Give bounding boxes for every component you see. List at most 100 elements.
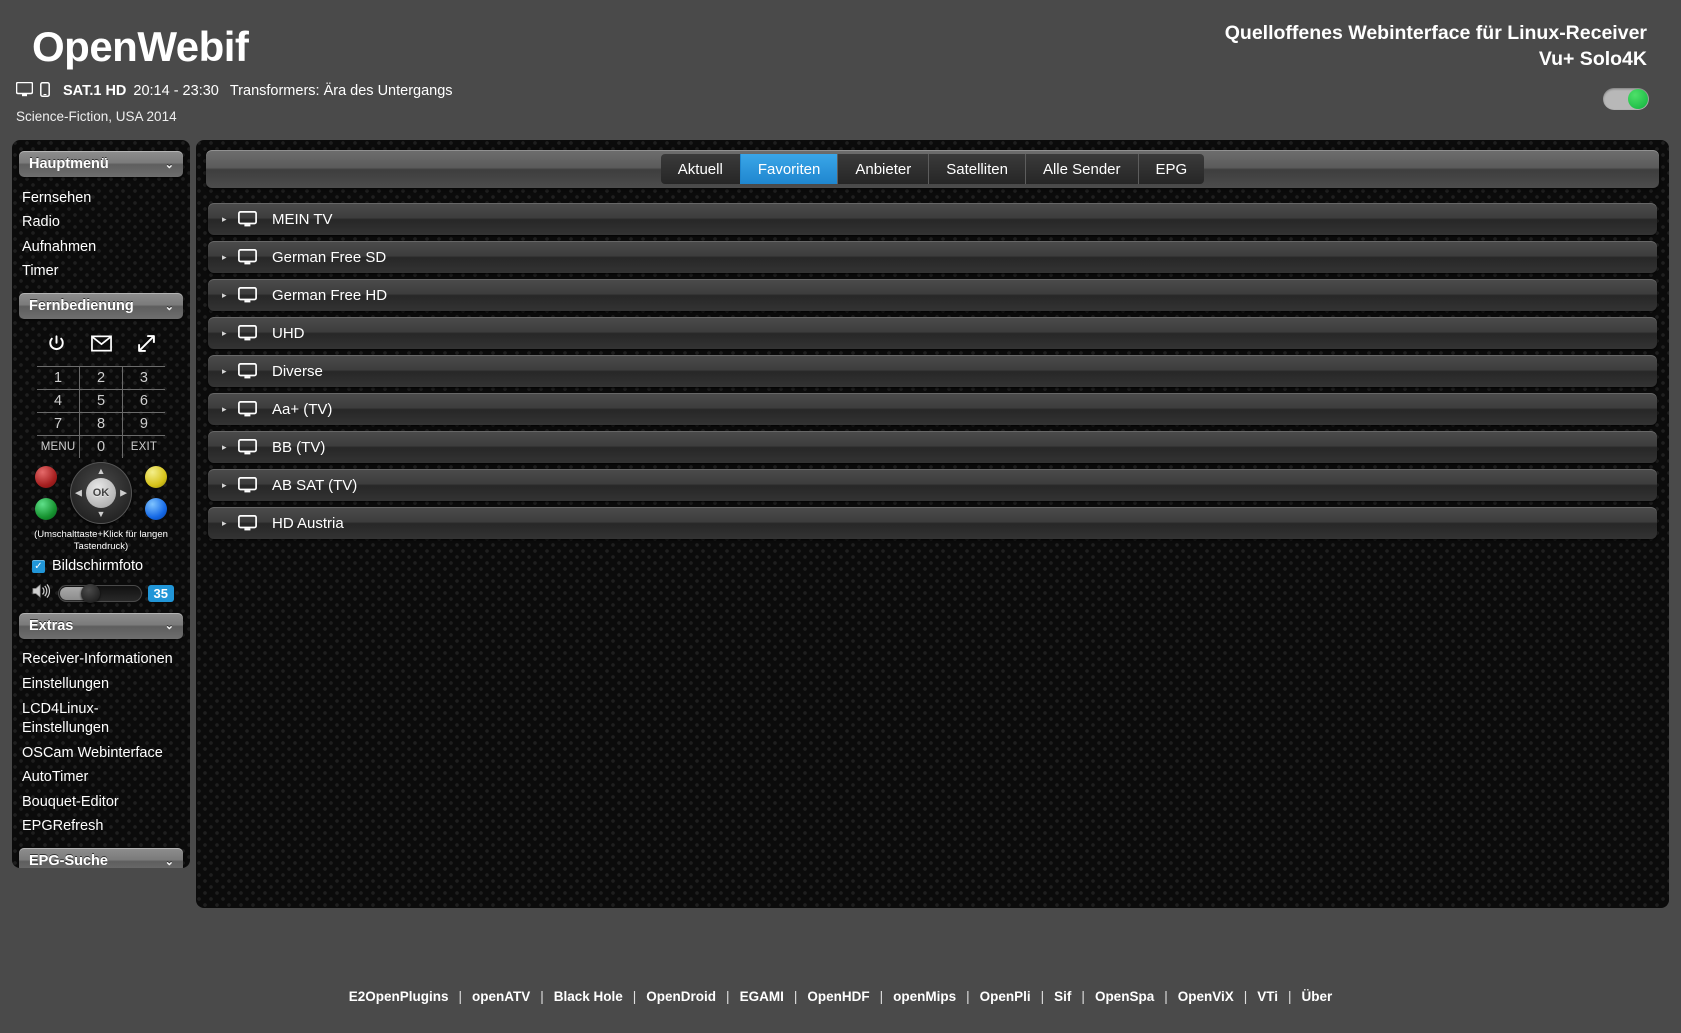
sidebar-item-aufnahmen[interactable]: Aufnahmen	[12, 235, 190, 260]
footer-link[interactable]: Black Hole	[544, 989, 633, 1004]
now-playing-time: 20:14 - 23:30	[133, 83, 219, 99]
table-row[interactable]: ▸ UHD	[208, 317, 1657, 349]
expand-caret-icon[interactable]: ▸	[222, 404, 238, 415]
sidebar-section-hauptmenu[interactable]: Hauptmenü ⌄	[19, 151, 183, 177]
extras-list: Receiver-Informationen Einstellungen LCD…	[12, 643, 190, 846]
volume-slider[interactable]	[58, 583, 142, 603]
footer-link[interactable]: Über	[1292, 989, 1343, 1004]
footer-link[interactable]: OpenSpa	[1085, 989, 1164, 1004]
footer-link[interactable]: OpenDroid	[636, 989, 726, 1004]
sidebar-item-lcd4linux-einstellungen[interactable]: LCD4Linux-Einstellungen	[12, 697, 190, 741]
expand-caret-icon[interactable]: ▸	[222, 290, 238, 301]
tab-aktuell[interactable]: Aktuell	[660, 154, 740, 184]
footer-link[interactable]: Sif	[1044, 989, 1081, 1004]
tab-alle-sender[interactable]: Alle Sender	[1024, 154, 1138, 184]
numpad-key-4[interactable]: 4	[37, 389, 81, 414]
numpad-key-7[interactable]: 7	[37, 412, 81, 437]
table-row[interactable]: ▸ BB (TV)	[208, 431, 1657, 463]
expand-caret-icon[interactable]: ▸	[222, 328, 238, 339]
body-wrapper: Hauptmenü ⌄ Fernsehen Radio Aufnahmen Ti…	[0, 140, 1681, 960]
table-row[interactable]: ▸ MEIN TV	[208, 203, 1657, 235]
numpad-key-6[interactable]: 6	[121, 389, 165, 414]
monitor-icon[interactable]	[15, 81, 34, 102]
chevron-down-icon: ⌄	[164, 620, 174, 633]
numpad-key-3[interactable]: 3	[121, 366, 165, 391]
expand-caret-icon[interactable]: ▸	[222, 214, 238, 225]
tab-anbieter[interactable]: Anbieter	[837, 154, 929, 184]
sidebar-item-oscam-webinterface[interactable]: OSCam Webinterface	[12, 741, 190, 766]
numpad-key-0[interactable]: 0	[79, 435, 123, 459]
yellow-button[interactable]	[145, 466, 167, 489]
ok-button[interactable]: OK	[86, 478, 116, 509]
footer-link[interactable]: E2OpenPlugins	[339, 989, 459, 1004]
tab-bar: Aktuell Favoriten Anbieter Satelliten Al…	[206, 150, 1659, 188]
green-button[interactable]	[35, 498, 57, 521]
remote-hint-text: (Umschalttaste+Klick für langen Tastendr…	[34, 529, 168, 553]
expand-caret-icon[interactable]: ▸	[222, 518, 238, 529]
dpad-right-icon[interactable]: ▶	[120, 488, 127, 498]
power-icon[interactable]	[47, 334, 66, 358]
screenshot-checkbox[interactable]: ✓	[32, 560, 45, 574]
sidebar: Hauptmenü ⌄ Fernsehen Radio Aufnahmen Ti…	[12, 140, 190, 868]
table-row[interactable]: ▸ German Free SD	[208, 241, 1657, 273]
sidebar-section-fernbedienung-label: Fernbedienung	[29, 298, 134, 315]
numpad-key-2[interactable]: 2	[79, 366, 123, 391]
dpad-left-icon[interactable]: ◀	[75, 488, 82, 498]
table-row[interactable]: ▸ Diverse	[208, 355, 1657, 387]
footer-link[interactable]: EGAMI	[730, 989, 794, 1004]
footer-link[interactable]: openATV	[462, 989, 540, 1004]
footer-link[interactable]: OpenPli	[970, 989, 1041, 1004]
red-button[interactable]	[35, 466, 57, 489]
sidebar-section-extras[interactable]: Extras ⌄	[19, 612, 183, 639]
screenshot-checkbox-row: ✓ Bildschirmfoto	[20, 555, 182, 577]
numpad-key-5[interactable]: 5	[79, 389, 123, 414]
table-row[interactable]: ▸ AB SAT (TV)	[208, 469, 1657, 501]
tab-epg[interactable]: EPG	[1137, 154, 1205, 184]
blue-button[interactable]	[145, 498, 167, 521]
footer-link[interactable]: VTi	[1247, 989, 1288, 1004]
page-header: OpenWebif Quelloffenes Webinterface für …	[0, 0, 1681, 140]
remote-top-buttons	[20, 327, 182, 366]
dpad-up-icon[interactable]: ▲	[97, 467, 106, 476]
sidebar-item-epgrefresh[interactable]: EPGRefresh	[12, 815, 190, 840]
expand-caret-icon[interactable]: ▸	[222, 366, 238, 377]
monitor-icon	[238, 211, 272, 227]
volume-slider-handle[interactable]	[80, 583, 100, 603]
sidebar-item-fernsehen[interactable]: Fernsehen	[12, 186, 190, 211]
monitor-icon	[238, 287, 272, 303]
sidebar-item-receiver-informationen[interactable]: Receiver-Informationen	[12, 648, 190, 673]
expand-caret-icon[interactable]: ▸	[222, 252, 238, 263]
sidebar-section-fernbedienung[interactable]: Fernbedienung ⌄	[19, 293, 183, 320]
footer-link[interactable]: openMips	[883, 989, 966, 1004]
numpad-key-exit[interactable]: EXIT	[121, 435, 165, 459]
dpad-down-icon[interactable]: ▼	[97, 510, 106, 519]
expand-caret-icon[interactable]: ▸	[222, 480, 238, 491]
tab-satelliten[interactable]: Satelliten	[928, 154, 1025, 184]
sidebar-item-einstellungen[interactable]: Einstellungen	[12, 673, 190, 698]
table-row[interactable]: ▸ HD Austria	[208, 507, 1657, 539]
power-toggle[interactable]	[1603, 88, 1649, 110]
sidebar-item-autotimer[interactable]: AutoTimer	[12, 766, 190, 791]
table-row-label: German Free SD	[272, 248, 387, 266]
table-row[interactable]: ▸ German Free HD	[208, 279, 1657, 311]
table-row-label: AB SAT (TV)	[272, 476, 358, 494]
speaker-icon[interactable]	[32, 583, 52, 604]
numpad-key-8[interactable]: 8	[79, 412, 123, 437]
sidebar-section-epg-suche[interactable]: EPG-Suche ⌄	[19, 848, 183, 868]
numpad-key-9[interactable]: 9	[121, 412, 165, 437]
footer-link[interactable]: OpenHDF	[797, 989, 879, 1004]
mail-icon[interactable]	[90, 335, 112, 357]
fullscreen-icon[interactable]	[137, 334, 156, 358]
expand-caret-icon[interactable]: ▸	[222, 442, 238, 453]
sidebar-section-hauptmenu-label: Hauptmenü	[29, 156, 109, 172]
footer-link[interactable]: OpenViX	[1168, 989, 1244, 1004]
numpad-key-1[interactable]: 1	[37, 366, 81, 391]
sidebar-item-timer[interactable]: Timer	[12, 260, 190, 285]
sidebar-item-bouquet-editor[interactable]: Bouquet-Editor	[12, 790, 190, 815]
tab-favoriten[interactable]: Favoriten	[739, 154, 838, 184]
numpad-key-menu[interactable]: MENU	[37, 435, 81, 459]
sidebar-item-radio[interactable]: Radio	[12, 211, 190, 236]
openwebif-app: OpenWebif Quelloffenes Webinterface für …	[0, 0, 1681, 1033]
table-row[interactable]: ▸ Aa+ (TV)	[208, 393, 1657, 425]
phone-icon[interactable]	[40, 82, 50, 102]
